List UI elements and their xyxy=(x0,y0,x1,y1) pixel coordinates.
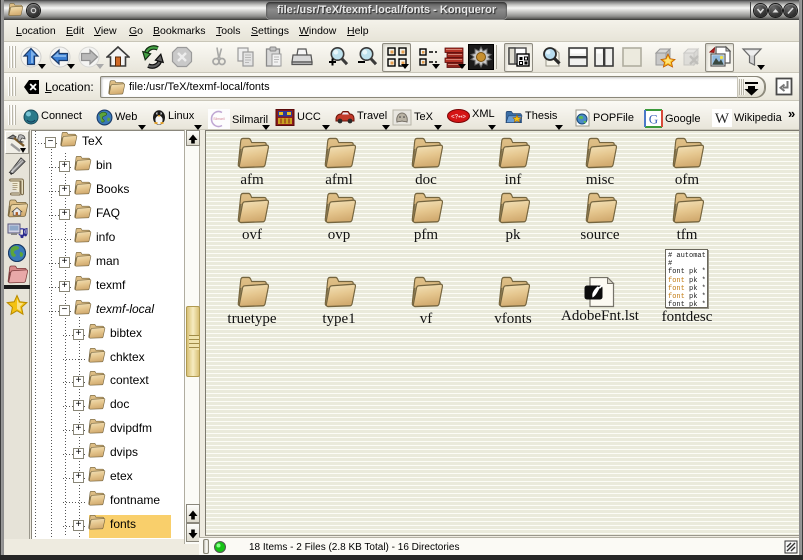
svg-text:<?••>: <?••> xyxy=(451,115,466,121)
svg-text:G: G xyxy=(649,112,658,127)
svg-text:Silmaril: Silmaril xyxy=(213,117,225,121)
svg-text:W: W xyxy=(715,111,730,127)
